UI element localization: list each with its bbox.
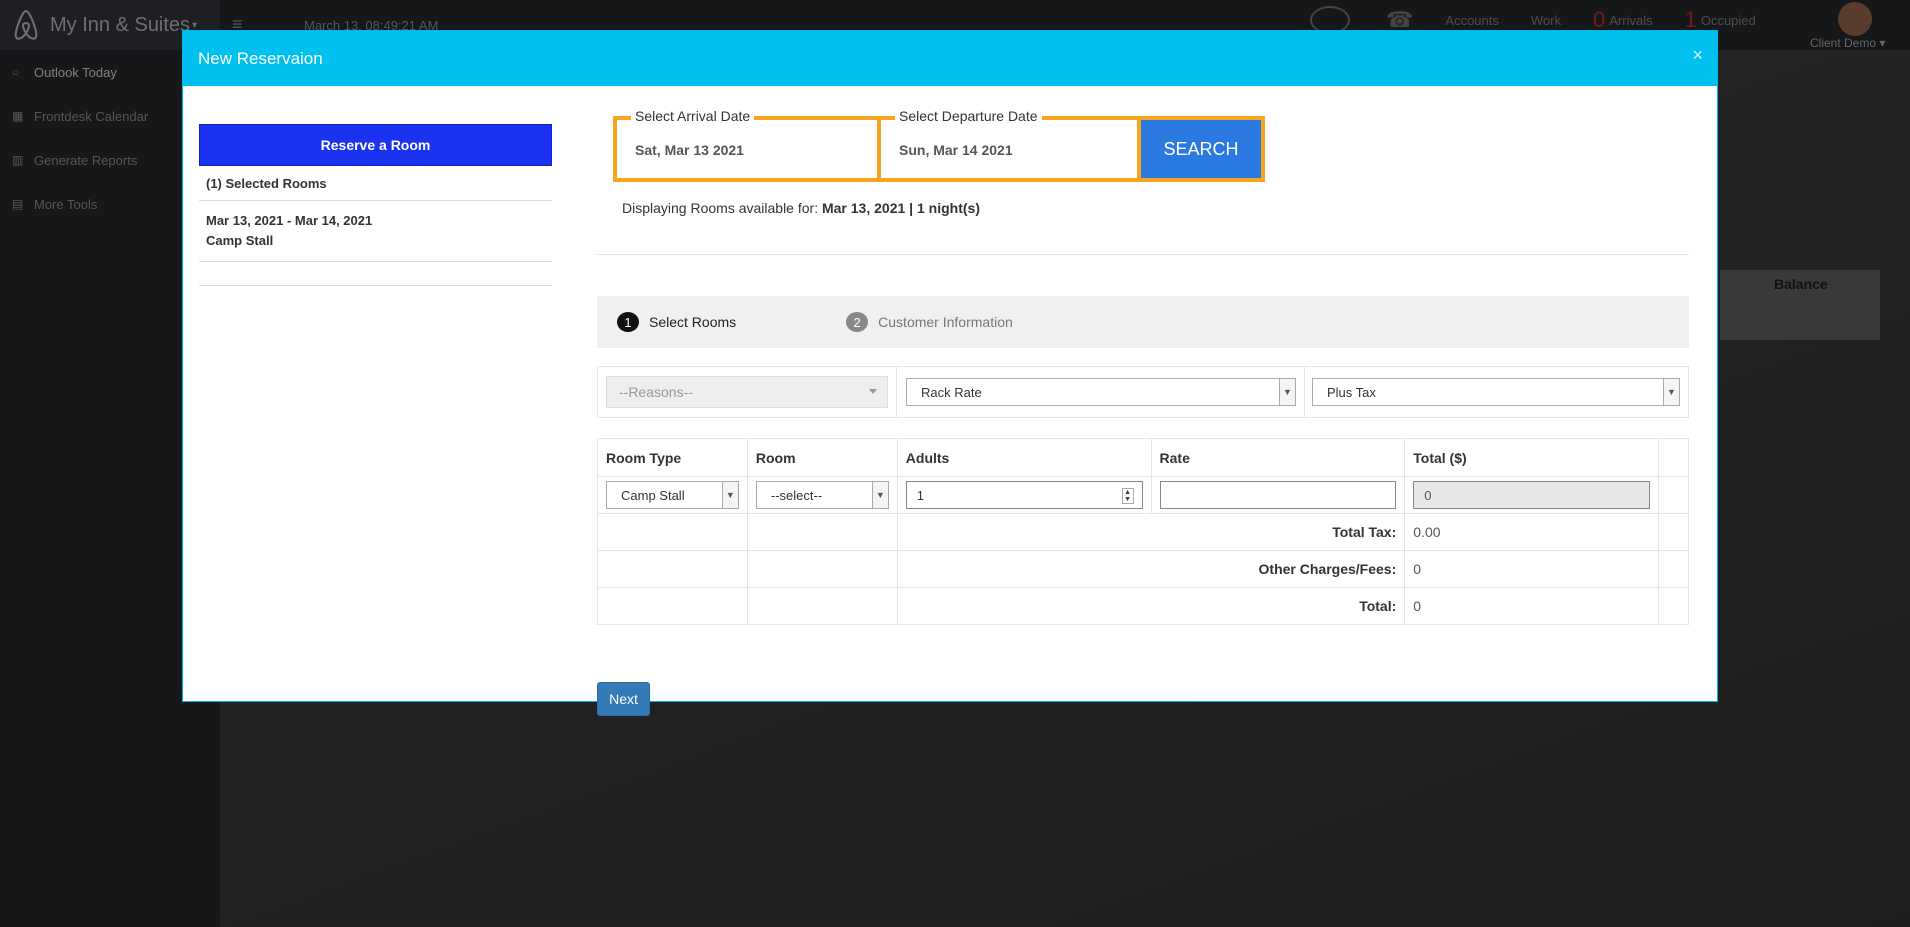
reserve-room-button[interactable]: Reserve a Room (199, 124, 552, 166)
chevron-down-icon: ▼ (721, 482, 738, 508)
col-rate: Rate (1150, 438, 1406, 477)
divider (597, 254, 1689, 255)
date-search-bar: Select Arrival Date Sat, Mar 13 2021 Sel… (613, 108, 1265, 182)
departure-date-field[interactable]: Select Departure Date Sun, Mar 14 2021 (881, 108, 1141, 178)
other-charges-label: Other Charges/Fees: (896, 550, 1406, 588)
col-blank (1658, 438, 1689, 477)
rooms-table: Room Type Room Adults Rate Total ($) Cam… (597, 438, 1689, 625)
step-number: 2 (846, 312, 869, 332)
new-reservation-modal: New Reservaion × Reserve a Room (1) Sele… (182, 30, 1718, 716)
table-row: Camp Stall ▼ --select-- ▼ 1 ▲ ▼ 0 (597, 476, 1689, 514)
summary-row: Total: 0 (597, 587, 1689, 625)
summary-row: Other Charges/Fees: 0 (597, 550, 1689, 588)
selected-room-item: Mar 13, 2021 - Mar 14, 2021 Camp Stall (199, 201, 552, 262)
rate-input[interactable] (1159, 481, 1397, 509)
availability-text: Displaying Rooms available for: Mar 13, … (622, 200, 980, 216)
step-number: 1 (617, 312, 639, 332)
departure-date-value: Sun, Mar 14 2021 (899, 142, 1013, 158)
col-adults: Adults (896, 438, 1152, 477)
rate-select[interactable]: Rack Rate ▼ (906, 378, 1296, 406)
total-tax-value: 0.00 (1404, 513, 1659, 551)
step-select-rooms[interactable]: 1 Select Rooms (617, 312, 736, 332)
grand-total-value: 0 (1404, 587, 1659, 625)
adults-stepper[interactable]: 1 ▲ ▼ (905, 481, 1143, 509)
other-charges-value: 0 (1404, 550, 1659, 588)
selected-rooms-panel: Reserve a Room (1) Selected Rooms Mar 13… (199, 124, 552, 286)
chevron-down-icon: ▼ (871, 482, 888, 508)
chevron-down-icon: ▼ (1663, 379, 1679, 405)
step-label: Select Rooms (649, 314, 737, 330)
divider (1304, 367, 1305, 417)
grand-total-label: Total: (896, 587, 1406, 625)
departure-date-label: Select Departure Date (895, 108, 1042, 124)
arrival-date-field[interactable]: Select Arrival Date Sat, Mar 13 2021 (617, 108, 881, 178)
arrival-date-label: Select Arrival Date (631, 108, 755, 124)
arrival-date-value: Sat, Mar 13 2021 (635, 142, 744, 158)
step-customer-information[interactable]: 2 Customer Information (846, 312, 1013, 332)
modal-title: New Reservaion (198, 48, 323, 68)
next-button[interactable]: Next (597, 682, 650, 716)
spinner-icon[interactable]: ▲ ▼ (1121, 488, 1134, 504)
step-label: Customer Information (878, 314, 1013, 330)
col-room: Room (746, 438, 898, 477)
caret-down-icon (869, 389, 877, 394)
total-tax-label: Total Tax: (896, 513, 1406, 551)
reasons-select[interactable]: --Reasons-- (606, 376, 888, 408)
selected-room-dates: Mar 13, 2021 - Mar 14, 2021 (206, 213, 373, 228)
table-header-row: Room Type Room Adults Rate Total ($) (597, 438, 1689, 477)
summary-row: Total Tax: 0.00 (597, 513, 1689, 551)
total-field: 0 (1413, 481, 1650, 509)
rate-filters: --Reasons-- Rack Rate ▼ Plus Tax ▼ (597, 366, 1689, 418)
room-select[interactable]: --select-- ▼ (755, 481, 889, 509)
room-type-select[interactable]: Camp Stall ▼ (606, 481, 739, 509)
close-icon[interactable]: × (1692, 45, 1703, 66)
chevron-down-icon: ▼ (1279, 379, 1295, 405)
tax-select[interactable]: Plus Tax ▼ (1312, 378, 1680, 406)
selected-room-type: Camp Stall (206, 233, 274, 248)
divider (896, 367, 897, 417)
divider (199, 262, 552, 286)
search-button[interactable]: SEARCH (1141, 120, 1261, 178)
selected-rooms-count: (1) Selected Rooms (199, 166, 552, 201)
col-room-type: Room Type (597, 438, 748, 477)
wizard-steps: 1 Select Rooms 2 Customer Information (597, 296, 1689, 348)
col-total: Total ($) (1404, 438, 1659, 477)
modal-header: New Reservaion × (183, 31, 1717, 86)
